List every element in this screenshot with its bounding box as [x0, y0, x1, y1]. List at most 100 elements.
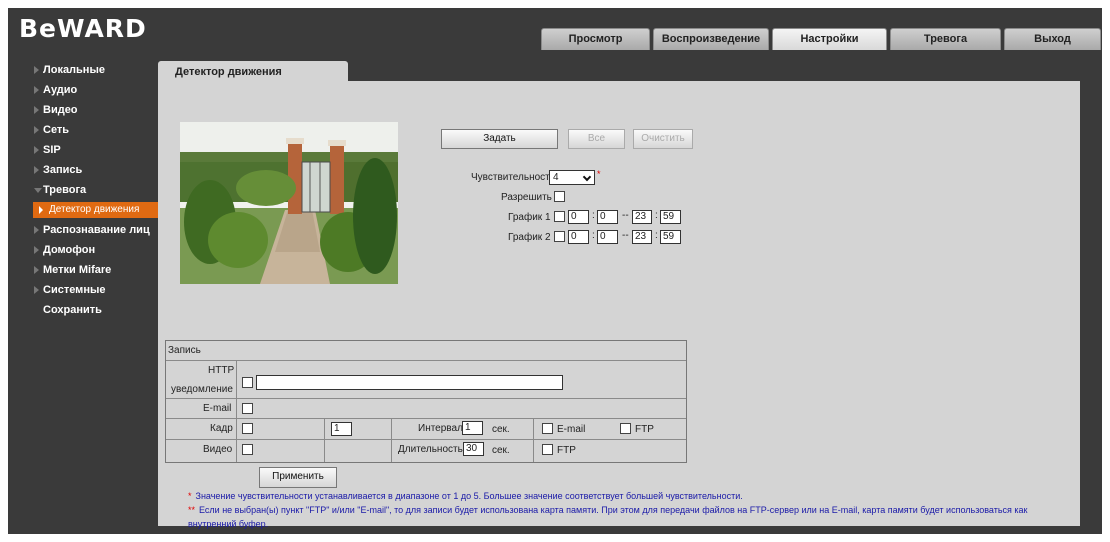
- apply-button-label: Применить: [272, 471, 324, 482]
- schedule2-start-hour[interactable]: 0: [568, 230, 589, 244]
- required-mark: *: [597, 169, 601, 179]
- chevron-right-icon: [34, 266, 39, 274]
- schedule1-start-minute[interactable]: 0: [597, 210, 618, 224]
- tab-alarm-label: Тревога: [923, 33, 968, 45]
- http-url-input[interactable]: [256, 375, 563, 390]
- schedule2-end-minute[interactable]: 59: [660, 230, 681, 244]
- app-frame: BeWARD Просмотр Воспроизведение Настройк…: [8, 8, 1102, 534]
- tab-settings[interactable]: Настройки: [772, 28, 887, 50]
- note-sensitivity-text: Значение чувствительности устанавливаетс…: [195, 491, 743, 501]
- email-label: E-mail: [203, 403, 232, 414]
- enable-checkbox[interactable]: [554, 191, 565, 202]
- schedule2-start-minute[interactable]: 0: [597, 230, 618, 244]
- chevron-right-icon: [39, 206, 43, 214]
- schedule2-end-hour[interactable]: 23: [632, 230, 652, 244]
- sidebar-item-alarm[interactable]: Тревога: [8, 180, 158, 200]
- chevron-right-icon: [34, 246, 39, 254]
- sidebar-item-label: Сохранить: [43, 304, 102, 316]
- chevron-right-icon: [34, 106, 39, 114]
- schedule1-end-hour[interactable]: 23: [632, 210, 652, 224]
- sidebar-item-mifare[interactable]: Метки Mifare: [8, 260, 158, 280]
- sidebar-item-record[interactable]: Запись: [8, 160, 158, 180]
- sidebar-item-intercom[interactable]: Домофон: [8, 240, 158, 260]
- camera-preview[interactable]: [180, 122, 398, 284]
- chevron-right-icon: [34, 126, 39, 134]
- set-button[interactable]: Задать: [441, 129, 558, 149]
- schedule2-checkbox[interactable]: [554, 231, 565, 242]
- main-content: Задать Все Очистить Чувствительность 4 *…: [158, 81, 1080, 529]
- chevron-right-icon: [34, 86, 39, 94]
- interval-label: Интервал: [418, 423, 463, 434]
- sidebar-item-video[interactable]: Видео: [8, 100, 158, 120]
- sidebar-item-label: Аудио: [43, 84, 78, 96]
- table-divider: [391, 418, 392, 462]
- sensitivity-select[interactable]: 4: [549, 170, 595, 185]
- table-divider: [166, 439, 686, 440]
- table-divider: [324, 418, 325, 462]
- frame-email-checkbox[interactable]: [542, 423, 553, 434]
- enable-label: Разрешить: [501, 192, 552, 203]
- tab-view[interactable]: Просмотр: [541, 28, 650, 50]
- sidebar-item-audio[interactable]: Аудио: [8, 80, 158, 100]
- sensitivity-label: Чувствительность: [471, 172, 555, 183]
- tab-playback[interactable]: Воспроизведение: [653, 28, 769, 50]
- tab-alarm[interactable]: Тревога: [890, 28, 1001, 50]
- time-separator: :: [592, 210, 595, 221]
- http-label-2: уведомление: [171, 384, 233, 395]
- http-label: HTTP: [208, 365, 235, 376]
- schedule1-checkbox[interactable]: [554, 211, 565, 222]
- chevron-right-icon: [34, 166, 39, 174]
- video-ftp-checkbox[interactable]: [542, 444, 553, 455]
- video-checkbox[interactable]: [242, 444, 253, 455]
- time-separator: :: [655, 230, 658, 241]
- sidebar-item-label: Метки Mifare: [43, 264, 112, 276]
- table-divider: [236, 360, 237, 462]
- chevron-right-icon: [34, 226, 39, 234]
- schedule1-start-hour[interactable]: 0: [568, 210, 589, 224]
- all-button-label: Все: [587, 133, 606, 144]
- sidebar: Локальные Аудио Видео Сеть SIP Запись Тр…: [8, 58, 159, 534]
- sidebar-item-label: SIP: [43, 144, 61, 156]
- header: BeWARD Просмотр Воспроизведение Настройк…: [8, 8, 1102, 50]
- all-button[interactable]: Все: [568, 129, 625, 149]
- video-label: Видео: [203, 444, 233, 455]
- time-separator: :: [592, 230, 595, 241]
- note-storage: ** Если не выбран(ы) пункт "FTP" и/или "E…: [188, 505, 1027, 515]
- frame-count-input[interactable]: 1: [331, 422, 352, 436]
- sidebar-item-network[interactable]: Сеть: [8, 120, 158, 140]
- apply-button[interactable]: Применить: [259, 467, 337, 488]
- range-separator: --: [622, 210, 629, 221]
- sidebar-item-save[interactable]: Сохранить: [8, 300, 158, 320]
- http-checkbox[interactable]: [242, 377, 253, 388]
- sidebar-item-local[interactable]: Локальные: [8, 60, 158, 80]
- frame-checkbox[interactable]: [242, 423, 253, 434]
- sidebar-item-face-recognition[interactable]: Распознавание лиц: [8, 220, 158, 240]
- page-title-tab[interactable]: Детектор движения: [158, 61, 348, 83]
- sidebar-subitem-motion-detector[interactable]: Детектор движения: [33, 202, 159, 218]
- schedule1-end-minute[interactable]: 59: [660, 210, 681, 224]
- clear-button[interactable]: Очистить: [633, 129, 693, 149]
- chevron-right-icon: [34, 286, 39, 294]
- schedule1-label: График 1: [508, 212, 551, 223]
- tab-exit[interactable]: Выход: [1004, 28, 1101, 50]
- duration-input[interactable]: 30: [463, 442, 484, 456]
- sidebar-item-system[interactable]: Системные: [8, 280, 158, 300]
- sidebar-item-label: Видео: [43, 104, 78, 116]
- email-checkbox[interactable]: [242, 403, 253, 414]
- note-mark: *: [188, 491, 192, 501]
- sidebar-item-sip[interactable]: SIP: [8, 140, 158, 160]
- video-ftp-label: FTP: [557, 445, 576, 456]
- interval-input[interactable]: 1: [462, 421, 483, 435]
- frame-ftp-checkbox[interactable]: [620, 423, 631, 434]
- sensitivity-value: 4: [553, 172, 559, 183]
- range-separator: --: [622, 230, 629, 241]
- tab-playback-label: Воспроизведение: [661, 33, 761, 45]
- tab-view-label: Просмотр: [568, 33, 623, 45]
- table-divider: [533, 418, 534, 462]
- sidebar-subitem-label: Детектор движения: [49, 204, 140, 215]
- frame-label: Кадр: [210, 423, 233, 434]
- chevron-down-icon: [582, 172, 592, 182]
- frame-email-label: E-mail: [557, 424, 586, 435]
- note-mark: **: [188, 505, 196, 515]
- note-storage-text: Если не выбран(ы) пункт "FTP" и/или "E-m…: [199, 505, 1028, 515]
